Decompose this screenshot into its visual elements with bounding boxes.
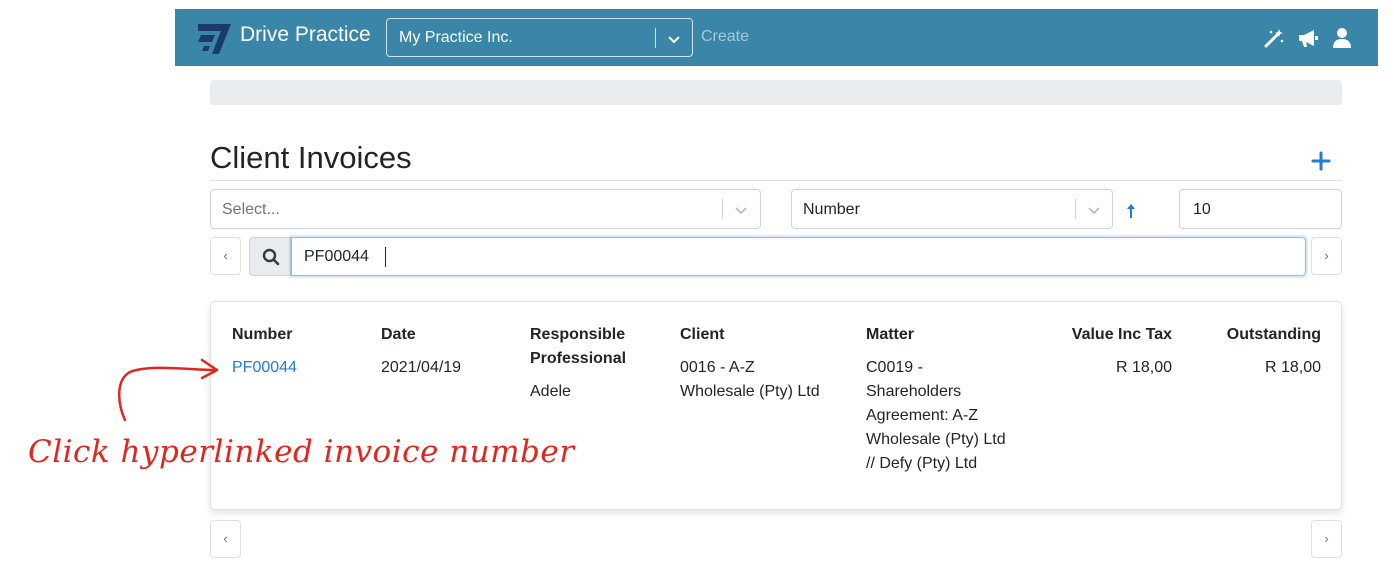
annotation-arrow-icon: [118, 358, 219, 422]
invoice-value-inc-tax: R 18,00: [1115, 359, 1172, 376]
invoice-responsible: Adele: [530, 383, 571, 400]
invoice-date: 2021/04/19: [381, 359, 462, 376]
practice-selector-separator: [655, 28, 656, 48]
add-invoice-button[interactable]: [1310, 150, 1332, 172]
invoice-number-link[interactable]: PF00044: [232, 356, 297, 380]
invoice-results-card: Number Date Responsible Professional Cli…: [210, 301, 1342, 510]
search-input[interactable]: PF00044: [291, 237, 1306, 276]
magic-wand-icon[interactable]: [1263, 27, 1285, 49]
filter-select[interactable]: Select...: [210, 189, 761, 229]
previous-page-button[interactable]: ‹: [210, 237, 241, 275]
top-navbar: Drive Practice My Practice Inc. Create: [175, 9, 1378, 66]
invoice-client-line: 0016 - A-Z: [680, 359, 755, 376]
invoice-matter-line: Shareholders: [866, 383, 962, 400]
page-size-input[interactable]: 10: [1179, 189, 1342, 229]
invoice-matter-line: Agreement: A-Z: [866, 407, 979, 424]
user-icon[interactable]: [1331, 27, 1353, 49]
drive-practice-logo-icon[interactable]: [195, 20, 235, 56]
next-page-button[interactable]: ›: [1311, 237, 1342, 275]
breadcrumb: [210, 80, 1342, 105]
column-header-matter[interactable]: Matter: [866, 323, 914, 347]
previous-page-button-bottom[interactable]: ‹: [210, 520, 241, 558]
invoice-matter-line: C0019 -: [866, 359, 923, 376]
sort-by-value: Number: [803, 201, 860, 218]
search-button[interactable]: [249, 237, 291, 276]
column-header-date[interactable]: Date: [381, 323, 416, 347]
column-header-outstanding[interactable]: Outstanding: [1201, 323, 1321, 347]
sort-direction-arrow-up-icon[interactable]: [1123, 202, 1139, 220]
invoice-matter-line: // Defy (Pty) Ltd: [866, 455, 978, 472]
page-size-value: 10: [1193, 201, 1211, 218]
search-input-value: PF00044: [304, 248, 369, 265]
invoice-client-line: Wholesale (Pty) Ltd: [680, 383, 820, 400]
text-caret: [385, 247, 386, 267]
invoice-matter-line: Wholesale (Pty) Ltd: [866, 431, 1006, 448]
filter-select-separator: [722, 199, 723, 219]
search-icon: [262, 248, 280, 266]
create-link[interactable]: Create: [701, 28, 749, 46]
column-header-responsible-line2[interactable]: Professional: [530, 347, 626, 371]
column-header-value-inc-tax[interactable]: Value Inc Tax: [1031, 323, 1172, 347]
page-title: Client Invoices: [210, 140, 412, 175]
sort-by-select[interactable]: Number: [791, 189, 1113, 229]
next-page-button-bottom[interactable]: ›: [1311, 520, 1342, 558]
chevron-down-icon[interactable]: [666, 31, 682, 47]
column-header-responsible[interactable]: Responsible: [530, 323, 625, 347]
invoice-outstanding: R 18,00: [1264, 359, 1321, 376]
chevron-down-icon[interactable]: [733, 202, 749, 218]
app-name[interactable]: Drive Practice: [240, 23, 371, 47]
column-header-client[interactable]: Client: [680, 323, 724, 347]
practice-selector[interactable]: My Practice Inc.: [386, 18, 693, 57]
chevron-down-icon[interactable]: [1086, 202, 1102, 218]
megaphone-icon[interactable]: [1297, 27, 1319, 49]
sort-select-separator: [1075, 199, 1076, 219]
column-header-number[interactable]: Number: [232, 323, 292, 347]
annotation-text: Click hyperlinked invoice number: [28, 434, 575, 470]
title-divider: [210, 180, 1342, 181]
practice-selected-value: My Practice Inc.: [399, 29, 513, 46]
filter-select-placeholder: Select...: [222, 201, 280, 218]
